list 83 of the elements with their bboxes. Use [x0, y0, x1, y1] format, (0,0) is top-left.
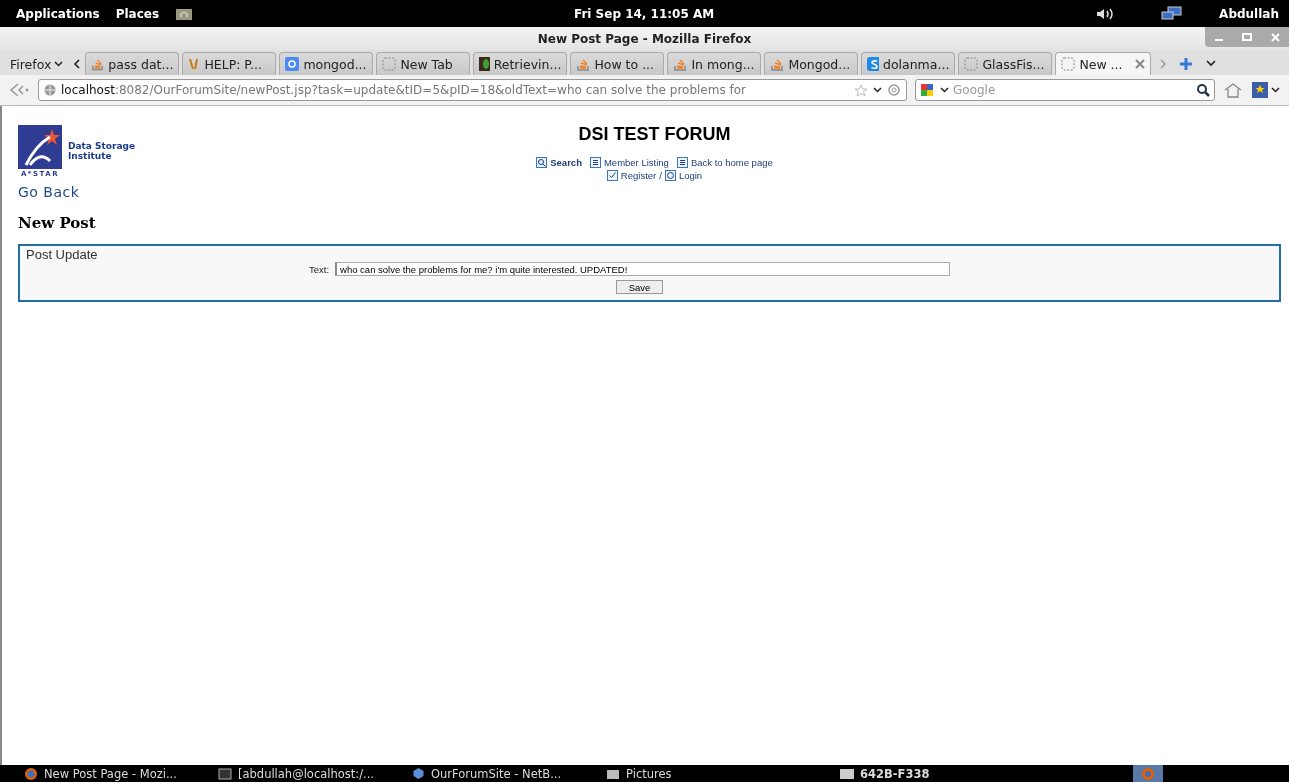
maximize-icon	[1242, 33, 1252, 41]
search-icon	[536, 157, 548, 168]
blank-page-icon	[1061, 57, 1076, 71]
caret-icon[interactable]	[940, 87, 949, 93]
logo-drawing	[18, 124, 62, 169]
list-icon	[676, 157, 688, 168]
login-link[interactable]: Login	[664, 170, 703, 181]
nav-link[interactable]: Search	[536, 157, 582, 168]
skype-icon	[867, 57, 879, 71]
address-bar[interactable]: localhost:8082/OurForumSite/newPost.jsp?task=update&tID=5&pID=18&oldText=who can solve the problems for	[38, 79, 907, 101]
firefox-icon	[1141, 766, 1156, 781]
close-icon	[1270, 32, 1280, 42]
text-label: Text:	[308, 263, 330, 275]
browser-tab[interactable]: New Tab	[376, 52, 471, 75]
save-button[interactable]: Save	[616, 280, 663, 294]
register-link[interactable]: Register	[606, 170, 657, 181]
browser-tab[interactable]: Retrievin...	[473, 52, 568, 75]
browser-tab[interactable]: dolanma...	[861, 52, 956, 75]
keyboard-icon	[840, 768, 854, 779]
terminal-icon	[218, 767, 232, 780]
forum-title: DSI TEST FORUM	[578, 124, 731, 145]
v-icon	[188, 57, 201, 71]
checkbox-icon	[606, 170, 618, 181]
browser-tab[interactable]: HELP: P...	[182, 52, 277, 75]
logo-text: Data Storage	[68, 141, 136, 151]
stack-icon	[576, 57, 591, 71]
taskbar-item[interactable]: OurForumSite - NetB...	[412, 766, 592, 781]
nav-link[interactable]: Member Listing	[589, 157, 669, 168]
close-tab-icon[interactable]	[1135, 59, 1146, 69]
separator: /	[659, 170, 662, 181]
firefox-icon	[24, 766, 38, 781]
blank-page-icon	[964, 57, 979, 71]
reload-icon[interactable]	[887, 83, 901, 97]
workspace-switcher[interactable]	[1133, 765, 1164, 782]
new-tab-icon[interactable]	[1179, 57, 1194, 71]
google-icon[interactable]	[920, 83, 936, 97]
browser-tab[interactable]: Mongod...	[764, 52, 859, 75]
keyboard-indicator[interactable]: 642B-F338	[840, 766, 930, 781]
panel-menu[interactable]: Places	[115, 6, 160, 21]
window-title: New Post Page - Mozilla Firefox	[537, 31, 752, 46]
browser-tab[interactable]: In mong...	[667, 52, 762, 75]
caret-icon[interactable]	[873, 87, 882, 93]
stack-icon	[91, 57, 105, 71]
panel-menu[interactable]: Applications	[16, 6, 100, 21]
go-back-link[interactable]: Go Back	[18, 184, 148, 200]
search-icon[interactable]	[1196, 83, 1210, 97]
leaf-icon	[479, 57, 490, 71]
browser-tab[interactable]: mongod...	[279, 52, 374, 75]
globe-icon	[44, 84, 56, 96]
folder-icon	[606, 767, 620, 780]
speaker-icon[interactable]	[1095, 6, 1116, 21]
text-field[interactable]: who can solve the problems for me? i'm quite interested. UPDATED!	[335, 262, 951, 276]
caret-icon	[54, 61, 64, 67]
google-icon	[285, 57, 300, 71]
clock[interactable]: Fri Sep 14, 11:05 AM	[574, 6, 715, 21]
panel-legend: Post Update	[26, 247, 98, 262]
network-icon[interactable]	[1161, 5, 1184, 22]
cube-icon	[412, 767, 425, 780]
tab-list-icon[interactable]	[1206, 60, 1217, 67]
browser-tab[interactable]: New ...	[1055, 52, 1152, 75]
list-icon	[589, 157, 601, 168]
bookmark-star-icon[interactable]	[1251, 81, 1281, 99]
browser-tab[interactable]: GlassFis...	[958, 52, 1053, 75]
logo-text: Institute	[68, 151, 113, 161]
taskbar-item[interactable]: [abdullah@localhost:/...	[218, 766, 398, 781]
stack-icon	[770, 57, 785, 71]
taskbar-item[interactable]: Pictures	[606, 766, 786, 781]
back-icon[interactable]	[8, 82, 30, 98]
home-folder-icon[interactable]	[175, 6, 194, 21]
star-icon[interactable]	[854, 83, 868, 97]
home-icon[interactable]	[1223, 82, 1243, 98]
url-text: localhost:8082/OurForumSite/newPost.jsp?task=update&tID=5&pID=18&oldText=who can solve the problems for	[61, 83, 746, 97]
stack-icon	[673, 57, 688, 71]
user-name[interactable]: Abdullah	[1219, 6, 1279, 21]
scroll-left-icon[interactable]	[72, 58, 83, 70]
firefox-menu-button[interactable]: Firefox	[8, 53, 70, 75]
page-heading: New Post	[18, 214, 97, 232]
browser-tab[interactable]: How to ...	[570, 52, 665, 75]
browser-tab[interactable]: pass dat...	[85, 52, 180, 75]
nav-link[interactable]: Back to home page	[676, 157, 773, 168]
taskbar-item[interactable]: New Post Page - Mozi...	[24, 766, 204, 781]
blank-page-icon	[382, 57, 397, 71]
login-icon	[664, 170, 676, 181]
